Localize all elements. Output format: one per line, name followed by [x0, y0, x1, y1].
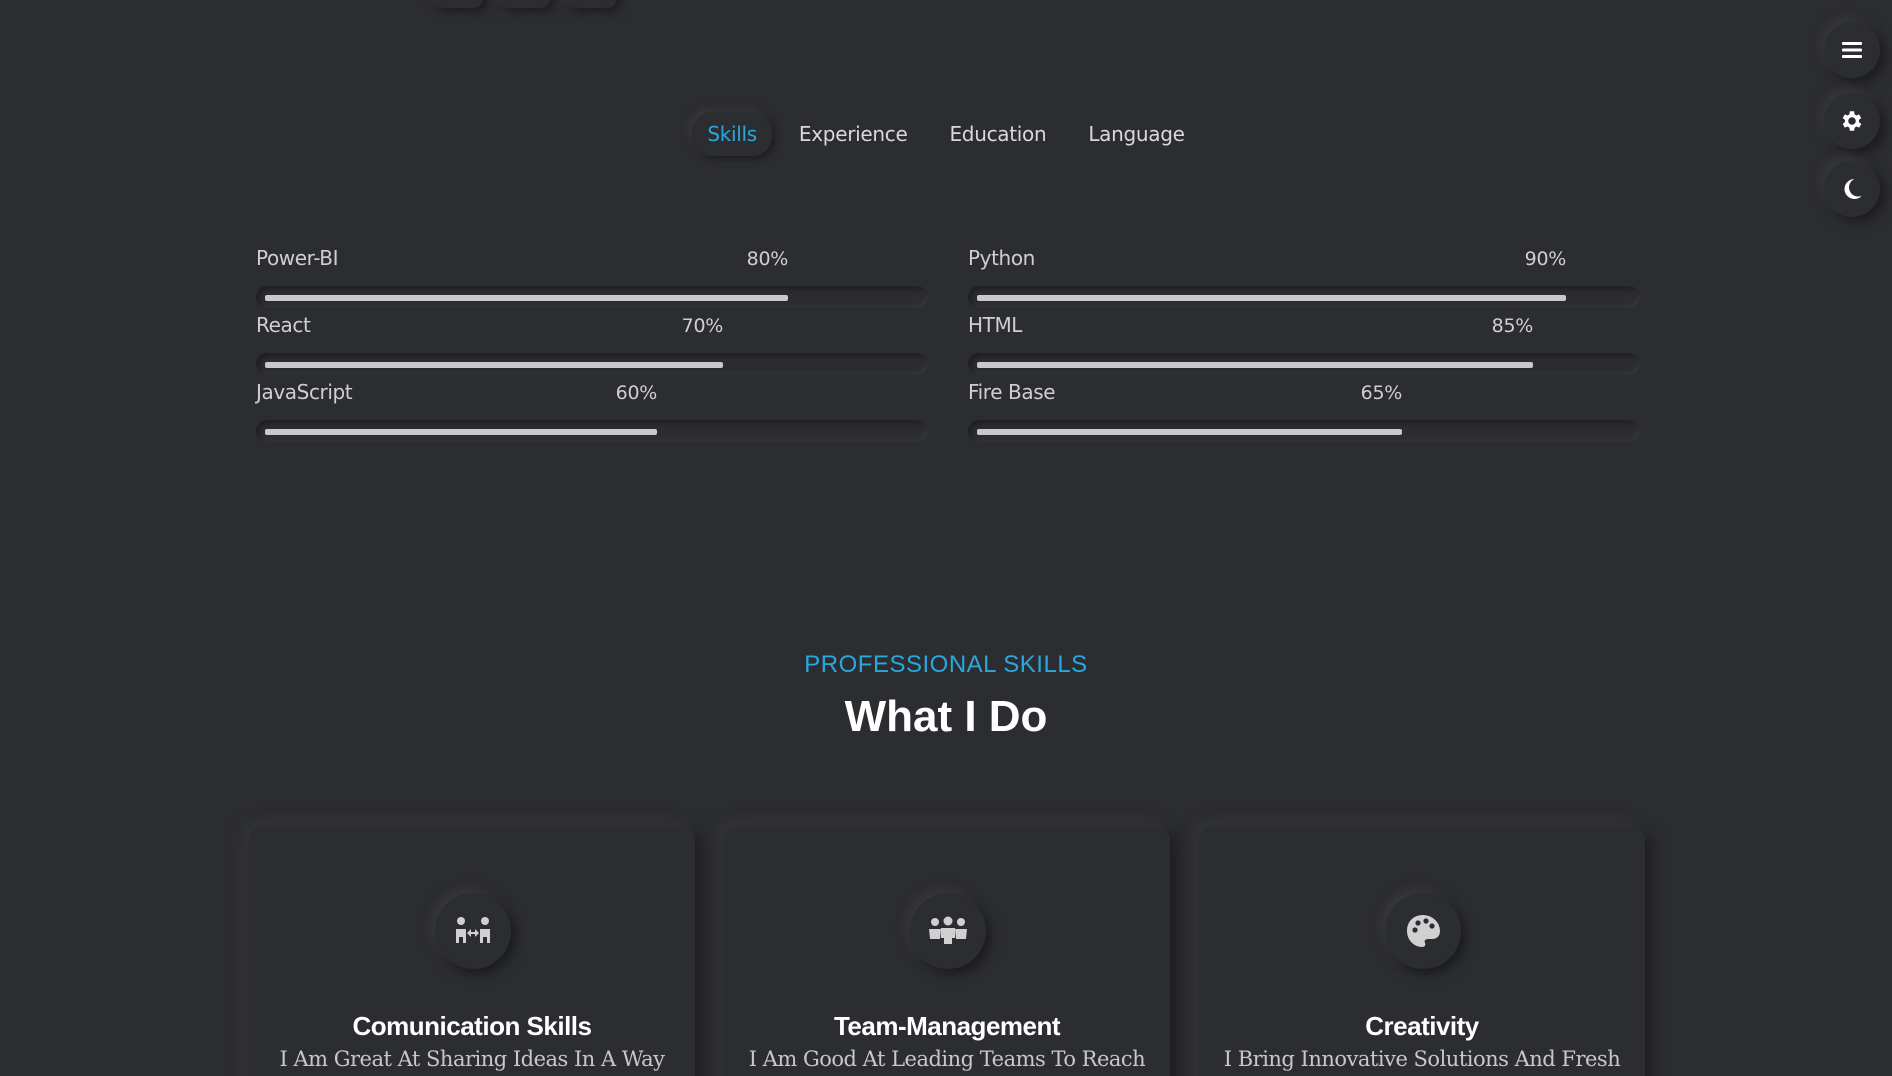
skill-progress-fill	[977, 362, 1533, 368]
people-arrows-icon	[456, 917, 490, 943]
menu-button[interactable]	[1824, 22, 1880, 78]
top-button[interactable]	[433, 0, 483, 8]
tab-education[interactable]: Education	[934, 112, 1061, 156]
skill-percent: 85%	[1491, 315, 1534, 337]
skill-progress-fill	[265, 362, 723, 368]
skill-percent: 90%	[1524, 248, 1567, 270]
skill-progress-fill	[977, 429, 1402, 435]
skill-item: Fire Base 65%	[968, 380, 1640, 442]
tab-skills[interactable]: Skills	[692, 112, 772, 156]
skill-progress-fill	[265, 295, 788, 301]
menu-icon	[1842, 42, 1862, 58]
palette-icon	[1407, 915, 1440, 947]
people-group-icon	[929, 916, 967, 944]
skill-name: Fire Base	[968, 380, 1056, 404]
skill-progress-fill	[265, 429, 657, 435]
card-title: Creativity	[1365, 1011, 1479, 1041]
card-description: I Am Great At Sharing Ideas In A Way	[279, 1047, 665, 1071]
moon-icon	[1844, 178, 1862, 199]
card-title: Comunication Skills	[352, 1011, 593, 1041]
skill-name: HTML	[968, 313, 1023, 337]
skill-progress-track	[968, 353, 1640, 375]
card-icon-wrap	[1385, 893, 1461, 969]
skill-progress-track	[256, 353, 928, 375]
service-card: Comunication Skills I Am Great At Sharin…	[249, 827, 695, 1076]
skill-progress-track	[968, 286, 1640, 308]
skill-item: React 70%	[256, 313, 928, 375]
skill-name: React	[256, 313, 311, 337]
skills-grid: Power-BI 80% Python 90% React 70% HTML 8…	[256, 246, 1642, 442]
resume-tabs: Skills Experience Education Language	[0, 122, 1892, 156]
section-eyebrow: PROFESSIONAL SKILLS	[804, 651, 1088, 678]
skill-progress-track	[968, 420, 1640, 442]
service-card: Creativity I Bring Innovative Solutions …	[1199, 827, 1645, 1076]
page: Skills Experience Education Language Pow…	[0, 0, 1892, 1076]
skill-name: Power-BI	[256, 246, 339, 270]
section-title: What I Do	[844, 692, 1048, 741]
skill-item: JavaScript 60%	[256, 380, 928, 442]
skill-item: Python 90%	[968, 246, 1640, 308]
skill-percent: 65%	[1360, 382, 1403, 404]
card-description: I Am Good At Leading Teams To Reach	[748, 1047, 1146, 1071]
top-button[interactable]	[567, 0, 617, 8]
tab-experience[interactable]: Experience	[784, 112, 923, 156]
skill-percent: 60%	[615, 382, 658, 404]
skill-name: JavaScript	[256, 380, 353, 404]
skill-item: Power-BI 80%	[256, 246, 928, 308]
card-title: Team-Management	[833, 1011, 1061, 1041]
skill-progress-fill	[977, 295, 1566, 301]
skill-item: HTML 85%	[968, 313, 1640, 375]
theme-toggle-button[interactable]	[1824, 161, 1880, 217]
tab-language[interactable]: Language	[1073, 112, 1199, 156]
top-button-group	[433, 0, 617, 8]
skill-percent: 80%	[746, 248, 789, 270]
service-card: Team-Management I Am Good At Leading Tea…	[724, 827, 1170, 1076]
skill-progress-track	[256, 286, 928, 308]
skill-progress-track	[256, 420, 928, 442]
skill-percent: 70%	[681, 315, 724, 337]
card-icon-wrap	[435, 893, 511, 969]
card-description: I Bring Innovative Solutions And Fresh	[1223, 1047, 1621, 1071]
service-cards: Comunication Skills I Am Great At Sharin…	[249, 827, 1645, 1076]
top-button[interactable]	[500, 0, 550, 8]
card-icon-wrap	[910, 893, 986, 969]
